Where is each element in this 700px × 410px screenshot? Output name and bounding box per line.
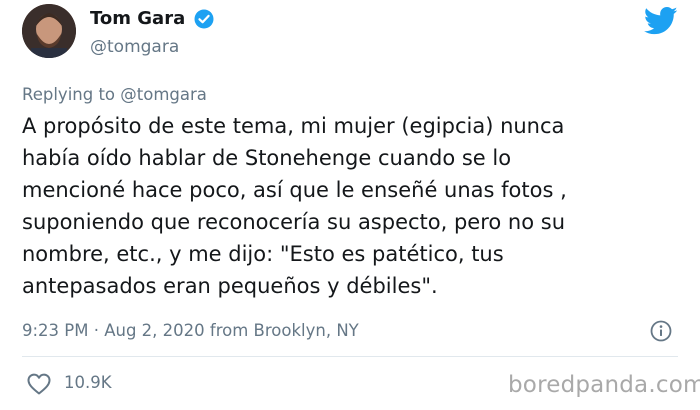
watermark: boredpanda.com [508,372,700,398]
twitter-bird-icon[interactable] [644,6,678,36]
heart-icon[interactable] [26,372,52,396]
like-count[interactable]: 10.9K [64,373,112,392]
tweet-text: A propósito de este tema, mi mujer (egip… [22,114,567,298]
tweet-card: Tom Gara @tomgara Replying to @tomgara A… [0,0,700,410]
tweet-timestamp[interactable]: 9:23 PM · Aug 2, 2020 from Brooklyn, NY [22,321,359,340]
replying-to-label[interactable]: Replying to @tomgara [22,85,207,104]
avatar[interactable] [22,4,76,58]
info-icon[interactable] [650,320,672,342]
display-name[interactable]: Tom Gara [90,8,185,29]
user-handle[interactable]: @tomgara [90,37,179,57]
divider [22,356,678,357]
verified-badge-icon [194,9,214,29]
